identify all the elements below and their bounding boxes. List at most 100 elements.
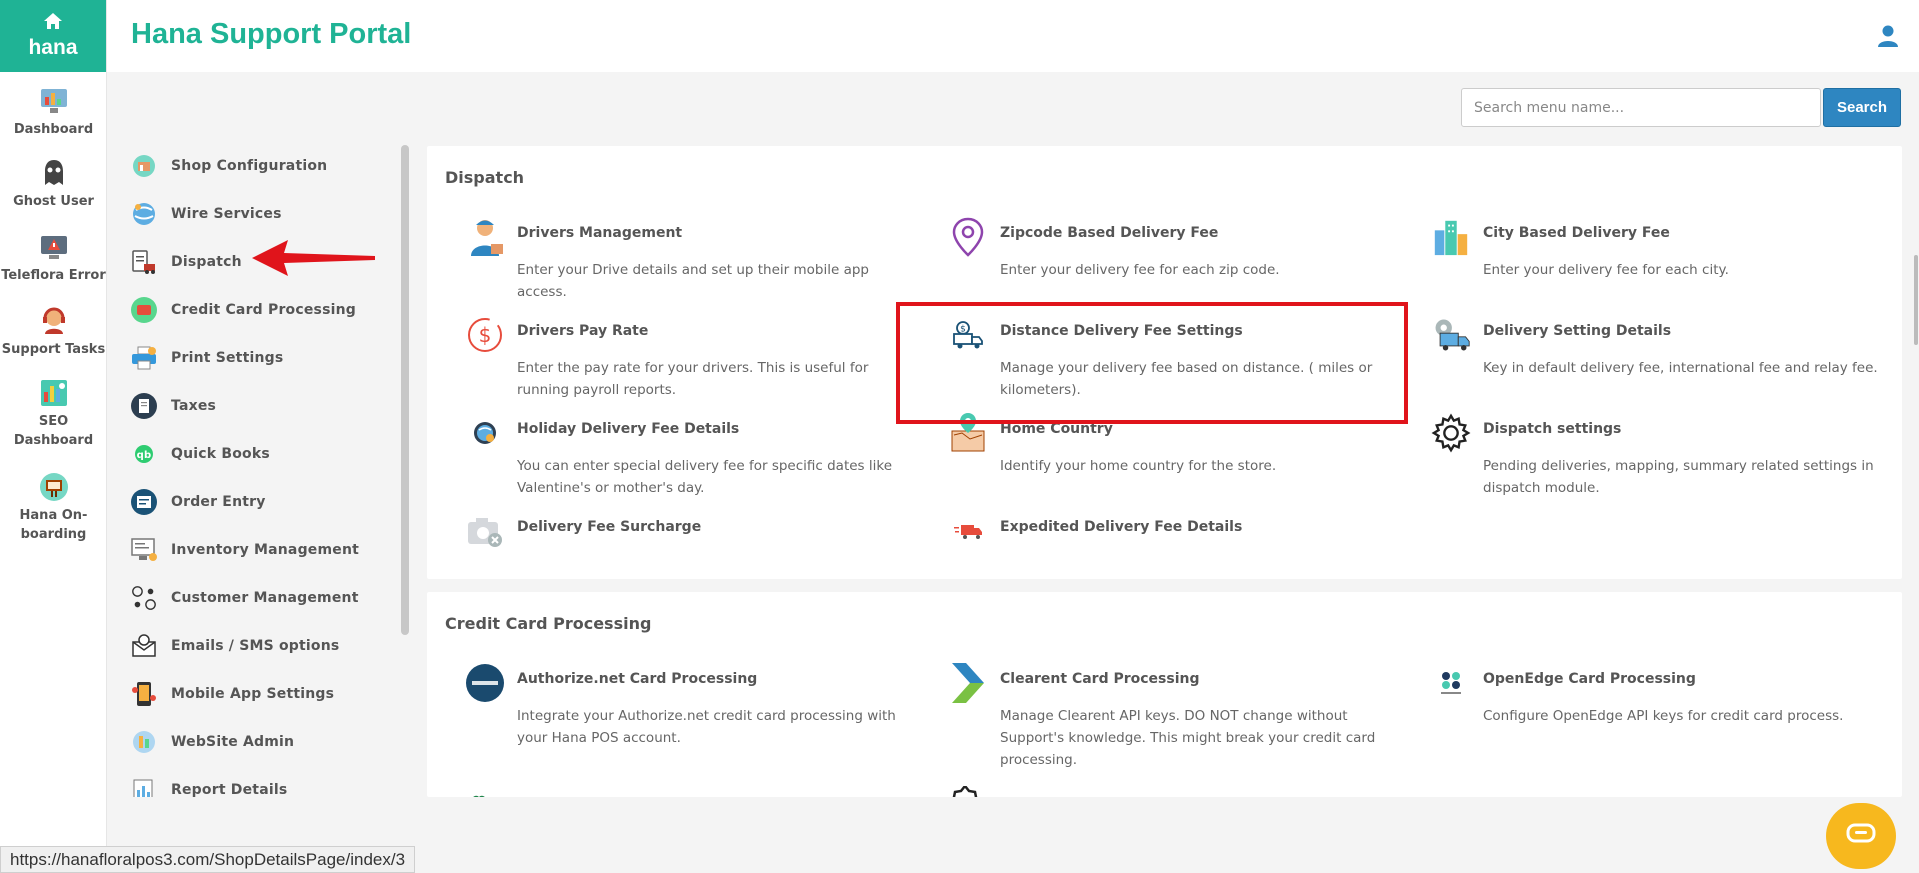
top-header: Hana Support Portal	[107, 0, 1919, 72]
entry-description: Key in default delivery fee, internation…	[1483, 360, 1878, 376]
menu-item-label: Credit Card Processing	[171, 302, 357, 318]
menu-item-quick-books[interactable]: qb Quick Books	[130, 436, 270, 472]
menu-item-label: Quick Books	[171, 446, 270, 462]
left-rail: hana Dashboard Ghost User Teleflora Erro…	[0, 0, 107, 873]
menu-item-credit-card-processing[interactable]: Credit Card Processing	[130, 292, 356, 328]
page-scrollbar[interactable]	[1914, 255, 1918, 345]
menu-item-print-settings[interactable]: Print Settings	[130, 340, 283, 376]
holiday-globe-icon	[465, 412, 505, 454]
page-title: Hana Support Portal	[131, 18, 412, 50]
heart-icon	[469, 790, 499, 797]
menu-item-label: Dispatch	[171, 254, 242, 270]
wallet-icon	[130, 296, 158, 324]
authorize-net-logo-icon	[465, 662, 505, 704]
entry-name: Distance Delivery Fee Settings	[1000, 323, 1243, 339]
entry-description: Enter your delivery fee for each zip cod…	[1000, 262, 1280, 278]
rail-item-hana-onboarding[interactable]: Hana On-boarding	[0, 472, 107, 544]
credit-card-heading: Credit Card Processing	[445, 614, 652, 633]
entry-name: City Based Delivery Fee	[1483, 225, 1670, 241]
dollar-cycle-icon: $	[465, 314, 505, 356]
fast-truck-icon	[948, 510, 988, 552]
menu-item-label: Inventory Management	[171, 542, 360, 558]
entry-name: Zipcode Based Delivery Fee	[1000, 225, 1219, 241]
menu-item-label: Shop Configuration	[171, 158, 328, 174]
entry-description: Pending deliveries, mapping, summary rel…	[1483, 458, 1874, 496]
menu-item-inventory-management[interactable]: Inventory Management	[130, 532, 359, 568]
entry-name: OpenEdge Card Processing	[1483, 671, 1696, 687]
credit-card-processing-card: Credit Card Processing Authorize.net Car…	[427, 592, 1902, 797]
dispatch-heading: Dispatch	[445, 168, 525, 187]
entry-name: Authorize.net Card Processing	[517, 671, 758, 687]
entry-description: Configure OpenEdge API keys for credit c…	[1483, 708, 1844, 724]
menu-item-label: WebSite Admin	[171, 734, 295, 750]
country-map-icon	[948, 412, 988, 454]
search-input[interactable]	[1461, 88, 1821, 127]
rail-item-label: Dashboard	[13, 122, 94, 137]
website-admin-icon	[130, 728, 158, 756]
onboarding-board-icon	[39, 472, 69, 502]
entry-description: Manage your delivery fee based on distan…	[1000, 360, 1373, 398]
menu-item-mobile-app-settings[interactable]: Mobile App Settings	[130, 676, 334, 712]
hana-logo[interactable]: hana	[0, 0, 106, 72]
menu-item-order-entry[interactable]: Order Entry	[130, 484, 266, 520]
dispatch-card: Dispatch Drivers Management Enter your D…	[427, 146, 1902, 579]
monitor-warning-icon	[39, 232, 69, 262]
rail-item-label: Teleflora Error	[1, 268, 106, 283]
inventory-monitor-icon	[130, 536, 158, 564]
rail-item-teleflora-error[interactable]: Teleflora Error	[0, 232, 107, 285]
entry-name: Delivery Fee Surcharge	[517, 519, 702, 535]
dashboard-icon	[39, 86, 69, 116]
clipboard-truck-icon	[130, 248, 158, 276]
red-arrow-annotation	[252, 240, 375, 276]
rail-item-ghost-user[interactable]: Ghost User	[0, 158, 107, 211]
entry-name: Home Country	[1000, 421, 1113, 437]
entry-description: Manage Clearent API keys. DO NOT change …	[1000, 708, 1376, 768]
menu-item-website-admin[interactable]: WebSite Admin	[130, 724, 294, 760]
user-icon[interactable]	[1877, 24, 1899, 48]
rail-item-label: Support Tasks	[1, 342, 106, 357]
chat-icon	[1846, 822, 1876, 850]
menu-item-label: Taxes	[171, 398, 217, 414]
globe-icon	[130, 200, 158, 228]
entry-description: Enter the pay rate for your drivers. Thi…	[517, 360, 869, 398]
rail-item-dashboard[interactable]: Dashboard	[0, 86, 107, 139]
shop-icon	[130, 152, 158, 180]
menu-item-label: Order Entry	[171, 494, 266, 510]
rail-item-label: SEO Dashboard	[13, 414, 94, 448]
rail-item-seo-dashboard[interactable]: SEO Dashboard	[0, 378, 107, 450]
search-button[interactable]: Search	[1823, 88, 1901, 127]
rail-item-label: Ghost User	[13, 194, 94, 209]
menu-item-label: Customer Management	[171, 590, 359, 606]
entry-description: Integrate your Authorize.net credit card…	[517, 708, 896, 746]
menu-item-wire-services[interactable]: Wire Services	[130, 196, 282, 232]
menu-item-emails-sms-options[interactable]: Emails / SMS options	[130, 628, 339, 664]
entry-name: Drivers Pay Rate	[517, 323, 649, 339]
printer-icon	[130, 344, 158, 372]
home-icon	[43, 12, 63, 33]
svg-text:$: $	[960, 325, 966, 335]
driver-icon	[465, 216, 505, 258]
menu-item-taxes[interactable]: Taxes	[130, 388, 216, 424]
partial-gear-icon	[947, 783, 983, 797]
menu-item-customer-management[interactable]: Customer Management	[130, 580, 359, 616]
camera-cancel-icon	[465, 510, 505, 552]
menu-item-label: Emails / SMS options	[171, 638, 340, 654]
chat-button[interactable]	[1826, 803, 1896, 869]
rail-item-support-tasks[interactable]: Support Tasks	[0, 306, 107, 359]
entry-name: Delivery Setting Details	[1483, 323, 1672, 339]
gear-icon	[1431, 412, 1471, 454]
report-icon	[130, 776, 158, 797]
menu-item-report-details[interactable]: Report Details	[130, 772, 287, 797]
menu-item-dispatch[interactable]: Dispatch	[130, 244, 242, 280]
mobile-phone-icon	[130, 680, 158, 708]
rail-item-label: Hana On-boarding	[19, 508, 88, 542]
support-agent-icon	[39, 306, 69, 336]
svg-text:qb: qb	[137, 450, 152, 461]
entry-description: Enter your Drive details and set up thei…	[517, 262, 869, 300]
menu-item-shop-configuration[interactable]: Shop Configuration	[130, 148, 327, 184]
order-form-icon	[130, 488, 158, 516]
document-icon	[130, 392, 158, 420]
map-pin-icon	[948, 216, 988, 258]
menu-scrollbar[interactable]	[401, 145, 409, 635]
menu-item-label: Wire Services	[171, 206, 282, 222]
